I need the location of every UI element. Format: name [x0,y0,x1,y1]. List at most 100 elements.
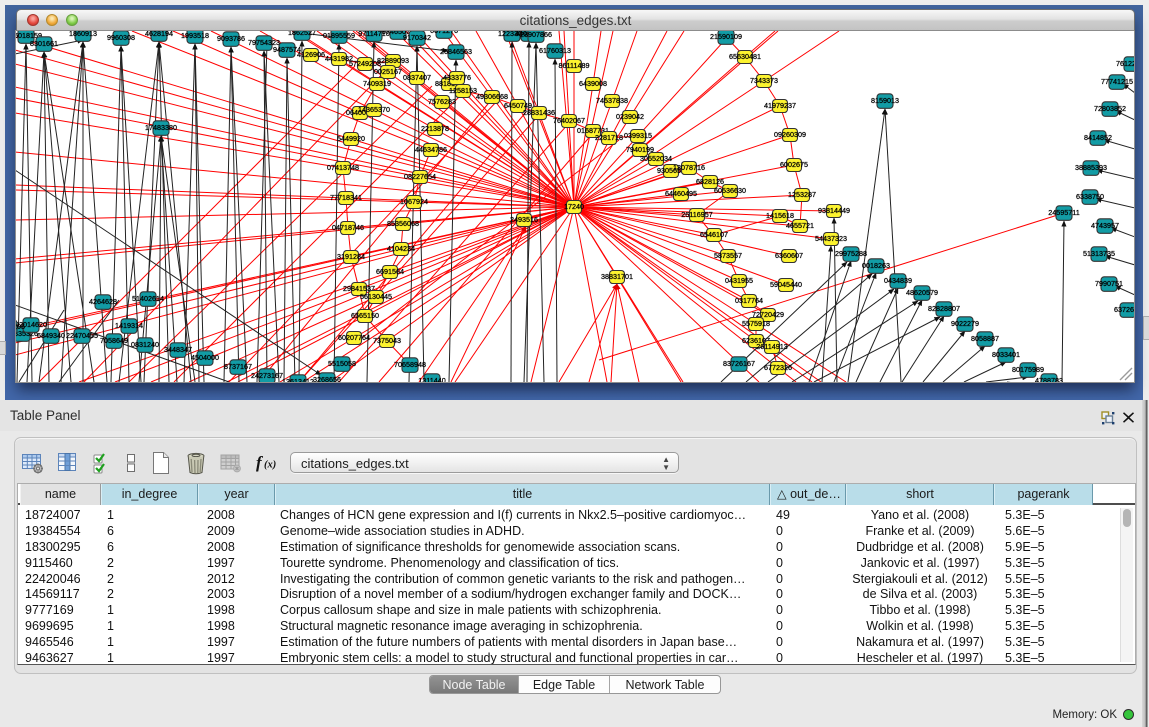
svg-text:26116957: 26116957 [681,210,712,219]
svg-text:9170342: 9170342 [403,33,431,42]
svg-text:64460495: 64460495 [665,189,697,198]
svg-text:7576283: 7576283 [428,97,456,106]
svg-text:41979237: 41979237 [764,101,796,110]
svg-text:82889093: 82889093 [377,56,409,65]
svg-text:17240: 17240 [564,202,584,211]
svg-text:0018263: 0018263 [862,261,890,270]
svg-text:6372651: 6372651 [1114,305,1134,314]
svg-text:0434839: 0434839 [884,276,912,285]
svg-text:7343373: 7343373 [750,76,778,85]
svg-text:70658948: 70658948 [394,360,426,369]
svg-text:38831701: 38831701 [601,272,633,281]
svg-text:76402067: 76402067 [553,116,585,125]
svg-text:9093786: 9093786 [217,34,245,43]
svg-text:51313735: 51313735 [1083,249,1115,258]
svg-text:(x): (x) [264,460,276,471]
svg-text:76122202: 76122202 [1116,59,1134,68]
svg-text:8737167: 8737167 [224,362,252,371]
svg-text:6002675: 6002675 [780,160,808,169]
svg-text:28907866: 28907866 [520,31,552,39]
svg-text:5873557: 5873557 [714,251,742,260]
svg-text:6546107: 6546107 [700,230,728,239]
svg-text:29975288: 29975288 [835,249,867,258]
svg-text:86111489: 86111489 [559,61,590,70]
svg-text:08227654: 08227654 [404,172,436,181]
svg-text:4655721: 4655721 [786,221,814,230]
svg-text:0025167: 0025167 [374,67,402,76]
svg-text:74537838: 74537838 [596,96,628,105]
svg-text:17483380: 17483380 [145,123,177,132]
svg-text:1253287: 1253287 [788,190,816,199]
svg-text:80175989: 80175989 [1012,365,1044,374]
svg-text:1311440: 1311440 [418,376,445,382]
svg-text:72803852: 72803852 [1094,104,1126,113]
svg-text:24595711: 24595711 [1048,208,1079,217]
svg-text:8301661: 8301661 [30,39,58,48]
svg-text:56130445: 56130445 [360,292,392,301]
svg-text:30552034: 30552034 [640,154,672,163]
svg-text:14365370: 14365370 [358,105,390,114]
svg-text:4788783: 4788783 [1035,376,1063,382]
svg-text:0399315: 0399315 [624,131,652,140]
svg-text:6772326: 6772326 [764,363,792,372]
svg-text:4264628: 4264628 [89,297,117,306]
svg-text:38885393: 38885393 [1075,163,1107,172]
svg-text:1860913: 1860913 [69,31,97,38]
svg-text:4504000: 4504000 [191,353,219,362]
svg-text:24273167: 24273167 [251,371,283,380]
svg-text:21590109: 21590109 [710,32,742,41]
svg-text:6671276: 6671276 [430,31,458,35]
svg-text:8414852: 8414852 [1084,133,1112,142]
svg-text:2213878: 2213878 [421,124,449,133]
svg-text:61760313: 61760313 [539,46,571,55]
svg-text:26114913: 26114913 [756,342,787,351]
svg-text:1862527: 1862527 [288,31,316,37]
svg-text:13078716: 13078716 [673,163,705,172]
svg-text:1419314: 1419314 [115,321,143,330]
svg-text:4333776: 4333776 [443,73,471,82]
svg-text:6828126: 6828126 [696,177,724,186]
svg-text:6439008: 6439008 [579,79,607,88]
svg-text:2281718: 2281718 [595,133,623,142]
svg-text:f: f [256,453,264,472]
svg-text:0317764: 0317764 [735,296,763,305]
svg-text:2493516: 2493516 [510,215,538,224]
svg-text:01895559: 01895559 [323,31,355,40]
svg-text:09260309: 09260309 [774,130,806,139]
svg-text:3268656: 3268656 [313,375,341,382]
svg-text:77718341: 77718341 [330,193,362,202]
svg-text:1993518: 1993518 [181,31,209,40]
svg-text:0431955: 0431955 [725,276,753,285]
svg-text:54437323: 54437323 [815,234,847,243]
svg-text:59045440: 59045440 [770,280,802,289]
svg-text:8159013: 8159013 [871,96,899,105]
svg-text:4104234: 4104234 [387,244,415,253]
svg-text:7409319: 7409319 [363,79,391,88]
svg-text:82828807: 82828807 [928,304,960,313]
svg-text:49306668: 49306668 [476,92,508,101]
svg-text:7058649: 7058649 [100,336,128,345]
svg-text:1067924: 1067924 [400,197,428,206]
svg-text:4126906: 4126906 [297,50,325,59]
svg-text:30435205: 30435205 [16,322,25,331]
svg-text:51402614: 51402614 [132,294,164,303]
svg-text:4743957: 4743957 [1091,221,1119,230]
svg-text:22470455: 22470455 [66,331,98,340]
svg-text:6565150: 6565150 [351,311,379,320]
svg-text:9022279: 9022279 [951,319,979,328]
svg-text:28831436: 28831436 [523,108,555,117]
svg-text:60207764: 60207764 [338,333,370,342]
svg-text:13613412: 13613412 [282,377,314,382]
svg-text:93814449: 93814449 [818,206,850,215]
svg-text:44634786: 44634786 [415,145,447,154]
svg-text:65630481: 65630481 [729,52,761,61]
svg-text:5449920: 5449920 [337,134,365,143]
svg-text:04718746: 04718746 [332,223,364,232]
svg-text:0239042: 0239042 [616,112,644,121]
svg-text:8033401: 8033401 [992,350,1020,359]
svg-text:26846563: 26846563 [440,47,472,56]
svg-text:1415618: 1415618 [766,211,794,220]
svg-text:77741215: 77741215 [1101,77,1133,86]
svg-text:1258153: 1258153 [449,86,477,95]
svg-text:6338750: 6338750 [1076,192,1104,201]
